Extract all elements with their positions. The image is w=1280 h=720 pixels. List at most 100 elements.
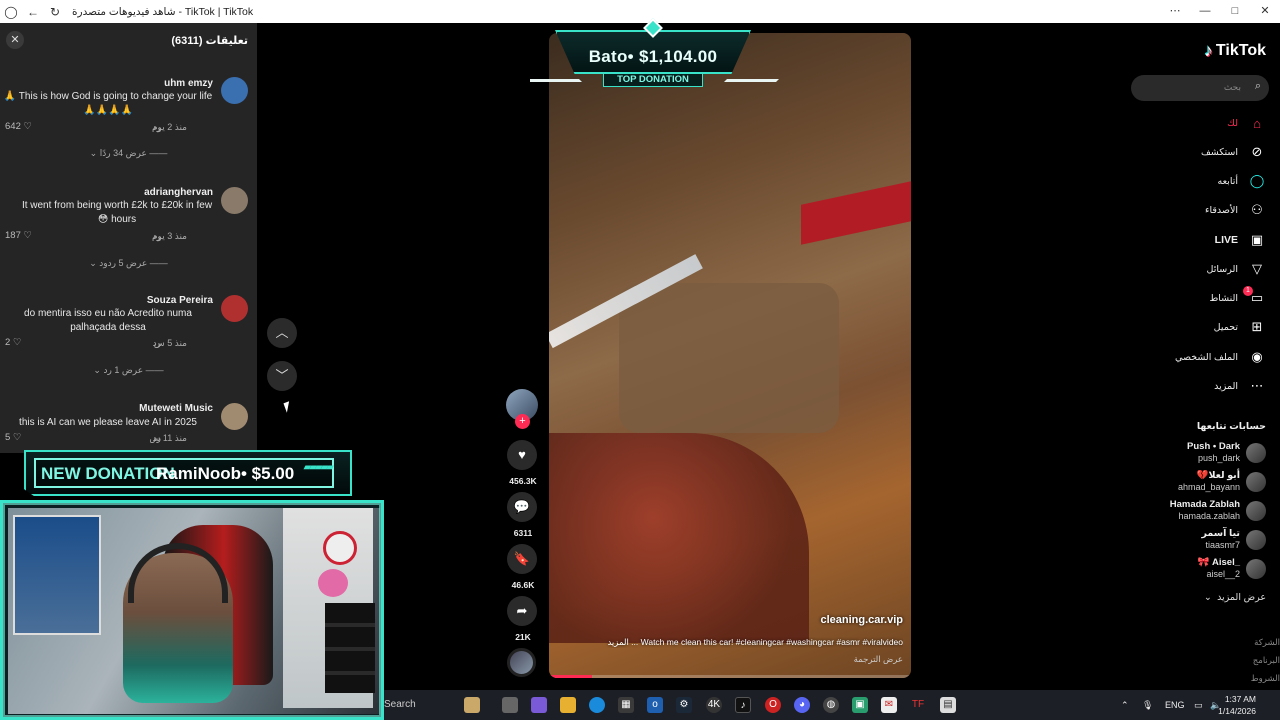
avatar[interactable]	[221, 187, 248, 214]
heart-icon: ♥	[518, 447, 526, 462]
comment-likes[interactable]: 5 ♡	[5, 432, 21, 443]
nav-live[interactable]: LIVE ▣	[1215, 231, 1266, 249]
following-account[interactable]: 💔أبو لعلا ahmad_bayann	[1126, 470, 1266, 494]
tiktok-logo[interactable]: ♪ TikTok	[1204, 41, 1266, 61]
search-input[interactable]: بحث ⌕	[1131, 75, 1269, 101]
like-button[interactable]: ♥	[507, 440, 537, 470]
file-explorer-icon[interactable]	[560, 697, 576, 713]
footer-link[interactable]: البرنامج	[1240, 651, 1280, 669]
comment-user[interactable]: uhm emzy	[164, 78, 213, 89]
taskbar-search[interactable]: Search	[384, 699, 416, 710]
nav-more[interactable]: المزيد ⋯	[1214, 377, 1266, 395]
minimize-button[interactable]: —	[1190, 0, 1220, 23]
video-progress-bar[interactable]	[549, 675, 911, 678]
microphone-icon[interactable]: 🎙	[1142, 690, 1153, 720]
view-replies[interactable]: —— عرض 1 رد ⌄	[0, 365, 257, 376]
steam-icon[interactable]: ⚙	[676, 697, 692, 713]
obs-icon[interactable]: ◍	[823, 697, 839, 713]
avatar[interactable]	[221, 295, 248, 322]
nav-messages[interactable]: الرسائل ▽	[1207, 260, 1266, 278]
tf-app-icon[interactable]: TF	[910, 697, 926, 713]
comment-user[interactable]: Muteweti Music	[139, 403, 213, 414]
network-icon[interactable]: ▭	[1194, 690, 1203, 720]
nav-profile[interactable]: الملف الشخصي ◉	[1175, 348, 1266, 366]
search-icon[interactable]: ⌕	[1255, 80, 1261, 93]
video-description[interactable]: Watch me clean this car! #cleaningcar #w…	[558, 637, 903, 648]
view-replies[interactable]: —— عرض 34 ردًا ⌄	[0, 148, 257, 159]
show-more-button[interactable]: عرض المزيد ⌄	[1204, 592, 1266, 603]
next-video-button[interactable]: ﹀	[267, 361, 297, 391]
maximize-button[interactable]: □	[1220, 0, 1250, 23]
save-count: 46.6K	[511, 580, 535, 590]
heart-outline-icon[interactable]: ♡	[13, 432, 22, 443]
app-icon: ◯	[4, 4, 18, 19]
show-more-label: عرض المزيد	[1217, 592, 1266, 603]
taskbar-clock[interactable]: 1:37 AM 1/14/2026	[1218, 693, 1256, 717]
comment-user[interactable]: adrianghervan	[144, 187, 213, 198]
share-count: 21K	[515, 632, 531, 642]
save-button[interactable]: 🔖	[507, 544, 537, 574]
close-window-button[interactable]: ✕	[1250, 0, 1280, 23]
browser-titlebar: ◯ ← ↻ شاهد فيديوهات متصدرة - TikTok | Ti…	[0, 0, 1280, 23]
nav-friends[interactable]: الأصدقاء ⚇	[1205, 201, 1266, 219]
like-count: 456.3K	[509, 476, 537, 486]
mail-app-icon[interactable]: ✉	[881, 697, 897, 713]
close-comments-button[interactable]: ✕	[6, 31, 24, 49]
tiktok-note-icon: ♪	[1204, 41, 1213, 60]
following-account[interactable]: Push • Dark push_dark	[1126, 441, 1266, 465]
comment-likes[interactable]: 642 ♡	[5, 121, 32, 132]
reply-button[interactable]: رد	[153, 433, 161, 444]
language-indicator[interactable]: ENG	[1165, 690, 1185, 720]
translate-link[interactable]: عرض الترجمة	[854, 654, 903, 665]
view-replies[interactable]: —— عرض 5 ردود ⌄	[0, 258, 257, 269]
video-player[interactable]: cleaning.car.vip Watch me clean this car…	[549, 33, 911, 678]
reload-icon[interactable]: ↻	[44, 5, 66, 19]
comments-header: ✕ تعليقات (6311)	[0, 23, 257, 57]
copilot-icon[interactable]	[531, 697, 547, 713]
avatar[interactable]	[221, 77, 248, 104]
tiktok-app-icon[interactable]: ♪	[735, 697, 751, 713]
reply-button[interactable]: رد	[153, 122, 161, 133]
nav-explore[interactable]: استكشف ⊘	[1201, 143, 1266, 161]
following-account[interactable]: Hamada Zablah hamada.zablah	[1126, 499, 1266, 523]
following-account[interactable]: 🎀 Aisel_ aisel__2	[1126, 557, 1266, 581]
back-icon[interactable]: ←	[22, 5, 44, 19]
edge-icon[interactable]	[589, 697, 605, 713]
menu-icon[interactable]: ⋯	[1160, 0, 1190, 23]
music-disc-icon[interactable]	[507, 648, 536, 677]
discord-icon[interactable]: ◕	[794, 697, 810, 713]
video-author[interactable]: cleaning.car.vip	[820, 614, 903, 626]
task-view-icon[interactable]	[502, 697, 518, 713]
nav-activity[interactable]: النشاط ▭ 1	[1209, 286, 1266, 307]
chevron-up-icon[interactable]: ⌃	[1121, 690, 1129, 720]
right-sidebar: ♪ TikTok بحث ⌕ لك ⌂ استكشف ⊘ أتابعه ◯ الأصدق…	[1122, 23, 1280, 720]
heart-outline-icon[interactable]: ♡	[24, 230, 33, 241]
notepad-icon[interactable]: ▤	[940, 697, 956, 713]
video-frame-seat	[549, 433, 809, 643]
avatar[interactable]	[221, 403, 248, 430]
footer-link[interactable]: الشركة	[1240, 633, 1280, 651]
nav-following[interactable]: أتابعه ◯	[1218, 172, 1267, 190]
store-icon[interactable]: ▦	[618, 697, 634, 713]
heart-outline-icon[interactable]: ♡	[24, 121, 33, 132]
following-account[interactable]: تيا آسمر tiaasmr7	[1126, 528, 1266, 552]
comment-button[interactable]: 💬	[507, 492, 537, 522]
previous-video-button[interactable]: ︿	[267, 318, 297, 348]
reply-button[interactable]: رد	[153, 338, 161, 349]
nav-upload[interactable]: تحميل ⊞	[1214, 318, 1266, 336]
share-button[interactable]: ➦	[507, 596, 537, 626]
4k-app-icon[interactable]: 4K	[706, 697, 722, 713]
widgets-icon[interactable]	[464, 697, 480, 713]
comment-likes[interactable]: 187 ♡	[5, 230, 32, 241]
comment-likes[interactable]: 2 ♡	[5, 337, 21, 348]
webcam-overlay	[0, 500, 384, 720]
reply-button[interactable]: رد	[153, 231, 161, 242]
top-donation-label: TOP DONATION	[603, 73, 703, 87]
follow-plus-icon[interactable]: +	[515, 414, 530, 429]
nav-for-you[interactable]: لك ⌂	[1227, 114, 1266, 132]
comment-user[interactable]: Souza Pereira	[147, 295, 213, 306]
opera-icon[interactable]: O	[765, 697, 781, 713]
outlook-icon[interactable]: o	[647, 697, 663, 713]
heart-outline-icon[interactable]: ♡	[13, 337, 22, 348]
green-app-icon[interactable]: ▣	[852, 697, 868, 713]
